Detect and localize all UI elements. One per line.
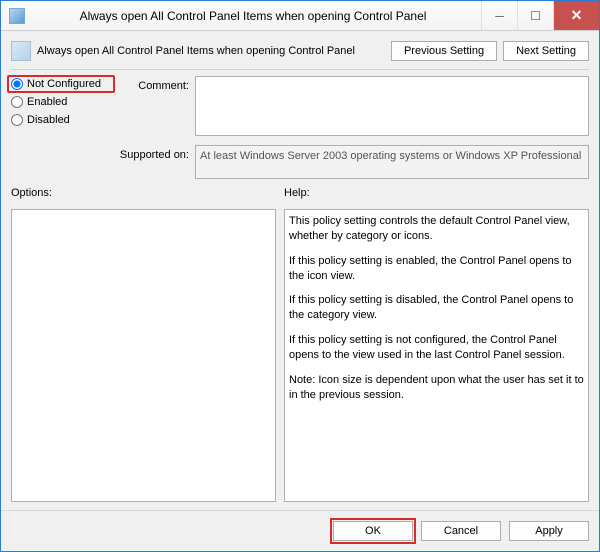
- window-title: Always open All Control Panel Items when…: [25, 9, 481, 23]
- help-text: If this policy setting is disabled, the …: [289, 293, 584, 323]
- radio-enabled[interactable]: Enabled: [11, 96, 111, 108]
- help-text: If this policy setting is not configured…: [289, 333, 584, 363]
- radio-enabled-input[interactable]: [11, 96, 23, 108]
- maximize-button[interactable]: ☐: [517, 1, 553, 30]
- policy-icon: [11, 41, 31, 61]
- radio-disabled-input[interactable]: [11, 114, 23, 126]
- dialog-footer: OK Cancel Apply: [1, 510, 599, 551]
- radio-disabled[interactable]: Disabled: [11, 114, 111, 126]
- help-label: Help:: [284, 187, 589, 201]
- app-icon: [9, 8, 25, 24]
- comment-label: Comment:: [119, 76, 189, 139]
- radio-not-configured[interactable]: Not Configured: [7, 75, 115, 93]
- policy-header: Always open All Control Panel Items when…: [11, 37, 589, 69]
- policy-name: Always open All Control Panel Items when…: [37, 45, 385, 57]
- comment-textarea[interactable]: [195, 76, 589, 136]
- policy-editor-window: Always open All Control Panel Items when…: [0, 0, 600, 552]
- options-label: Options:: [11, 187, 276, 201]
- divider: [11, 69, 589, 70]
- close-button[interactable]: ✕: [553, 1, 599, 30]
- help-text: This policy setting controls the default…: [289, 214, 584, 244]
- cancel-button[interactable]: Cancel: [421, 521, 501, 541]
- supported-on-box: At least Windows Server 2003 operating s…: [195, 145, 589, 179]
- radio-not-configured-input[interactable]: [11, 78, 23, 90]
- minimize-button[interactable]: ─: [481, 1, 517, 30]
- apply-button[interactable]: Apply: [509, 521, 589, 541]
- ok-button[interactable]: OK: [333, 521, 413, 541]
- options-panel[interactable]: [11, 209, 276, 502]
- radio-not-configured-label: Not Configured: [27, 78, 101, 90]
- radio-disabled-label: Disabled: [27, 114, 70, 126]
- help-text: Note: Icon size is dependent upon what t…: [289, 373, 584, 403]
- help-panel[interactable]: This policy setting controls the default…: [284, 209, 589, 502]
- titlebar[interactable]: Always open All Control Panel Items when…: [1, 1, 599, 31]
- previous-setting-button[interactable]: Previous Setting: [391, 41, 497, 61]
- supported-label: Supported on:: [119, 145, 189, 179]
- radio-enabled-label: Enabled: [27, 96, 67, 108]
- next-setting-button[interactable]: Next Setting: [503, 41, 589, 61]
- help-text: If this policy setting is enabled, the C…: [289, 254, 584, 284]
